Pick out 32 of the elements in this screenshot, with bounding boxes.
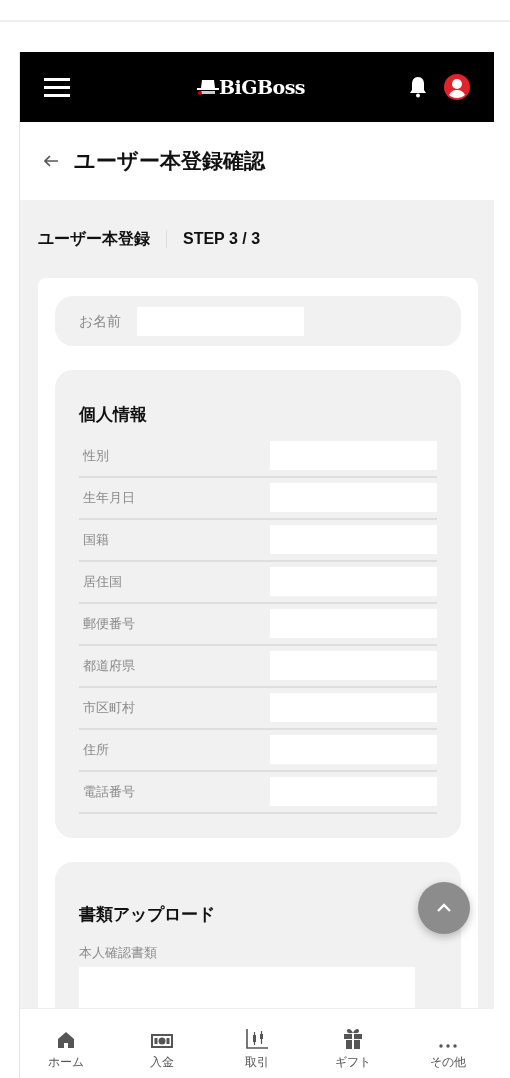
section-title: 個人情報 [79,404,148,426]
logo-text: BiGBoss [218,74,306,100]
avatar-icon[interactable] [444,74,470,100]
field-label: 生年月日 [83,488,135,507]
home-icon [57,1030,75,1049]
step-label: ユーザー本登録 [38,229,150,249]
field-label: 国籍 [83,530,109,549]
nav-item[interactable]: その他 [418,1024,478,1071]
field-label: 市区町村 [83,698,135,717]
more-icon [438,1042,458,1049]
menu-icon[interactable] [44,77,70,97]
field-label: 都道府県 [83,656,135,675]
banknote-icon [150,1032,173,1049]
field-label: 居住国 [83,572,122,591]
field-label: お名前 [79,311,121,331]
field-label: 住所 [83,740,109,759]
page-title: ユーザー本登録確認 [74,148,265,175]
chevron-up-icon [436,903,452,913]
field-label: 郵便番号 [83,614,135,633]
nav-item[interactable]: ギフト [322,1024,383,1071]
field-label: 電話番号 [83,782,135,801]
chart-icon [246,1028,268,1049]
hat-logo-icon [196,78,219,96]
nav-item[interactable]: 取引 [227,1024,287,1071]
back-arrow-icon[interactable] [44,155,58,167]
field-label: 性別 [83,446,109,465]
gift-icon [342,1026,363,1049]
field-label: 本人確認書類 [79,944,158,962]
section-title: 書類アップロード [79,903,216,926]
nav-item[interactable]: 入金 [131,1024,192,1071]
bell-icon[interactable] [408,76,428,98]
nav-item[interactable]: ホーム [36,1024,96,1071]
